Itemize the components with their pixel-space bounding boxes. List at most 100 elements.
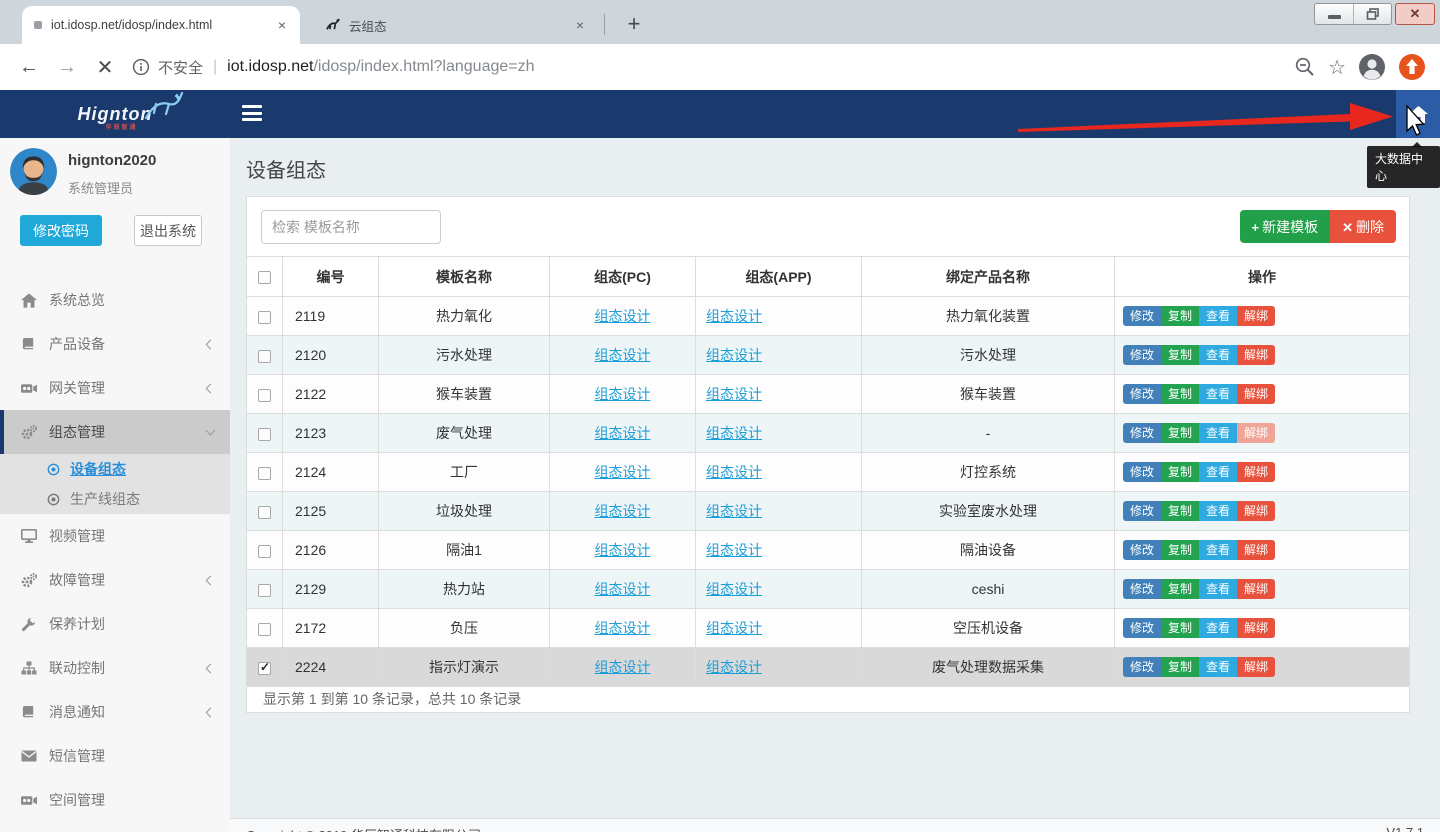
sidebar-item-1[interactable]: 产品设备 bbox=[0, 322, 230, 366]
sidebar-item-5[interactable]: 故障管理 bbox=[0, 558, 230, 602]
submenu-item-0[interactable]: 设备组态 bbox=[0, 454, 230, 484]
sidebar-item-6[interactable]: 保养计划 bbox=[0, 602, 230, 646]
unbind-button[interactable]: 解绑 bbox=[1237, 384, 1275, 404]
row-checkbox[interactable] bbox=[258, 623, 271, 636]
view-button[interactable]: 查看 bbox=[1199, 306, 1237, 326]
app-design-link[interactable]: 组态设计 bbox=[706, 503, 762, 519]
extension-icon[interactable] bbox=[1398, 53, 1426, 81]
pc-design-link[interactable]: 组态设计 bbox=[595, 308, 651, 324]
sidebar-item-4[interactable]: 视频管理 bbox=[0, 514, 230, 558]
close-tab-icon[interactable]: × bbox=[272, 15, 292, 35]
row-checkbox[interactable] bbox=[258, 350, 271, 363]
sidebar-toggle-button[interactable] bbox=[242, 105, 262, 121]
copy-button[interactable]: 复制 bbox=[1161, 345, 1199, 365]
bigdata-home-button[interactable] bbox=[1396, 90, 1440, 138]
change-password-button[interactable]: 修改密码 bbox=[20, 215, 102, 246]
row-checkbox[interactable] bbox=[258, 389, 271, 402]
unbind-button[interactable]: 解绑 bbox=[1237, 306, 1275, 326]
edit-button[interactable]: 修改 bbox=[1123, 501, 1161, 521]
stop-reload-button[interactable]: ✕ bbox=[86, 55, 124, 80]
select-all-checkbox[interactable] bbox=[258, 271, 271, 284]
browser-tab-inactive[interactable]: 云组态 × bbox=[310, 6, 598, 44]
sidebar-item-10[interactable]: 空间管理 bbox=[0, 778, 230, 822]
app-design-link[interactable]: 组态设计 bbox=[706, 347, 762, 363]
copy-button[interactable]: 复制 bbox=[1161, 384, 1199, 404]
view-button[interactable]: 查看 bbox=[1199, 423, 1237, 443]
edit-button[interactable]: 修改 bbox=[1123, 462, 1161, 482]
row-checkbox[interactable] bbox=[258, 467, 271, 480]
submenu-item-1[interactable]: 生产线组态 bbox=[0, 484, 230, 514]
unbind-button[interactable]: 解绑 bbox=[1237, 540, 1275, 560]
copy-button[interactable]: 复制 bbox=[1161, 306, 1199, 326]
copy-button[interactable]: 复制 bbox=[1161, 618, 1199, 638]
bookmark-star-icon[interactable]: ☆ bbox=[1328, 55, 1346, 80]
app-design-link[interactable]: 组态设计 bbox=[706, 386, 762, 402]
sidebar-item-3[interactable]: 组态管理 bbox=[0, 410, 230, 454]
view-button[interactable]: 查看 bbox=[1199, 540, 1237, 560]
edit-button[interactable]: 修改 bbox=[1123, 618, 1161, 638]
unbind-button[interactable]: 解绑 bbox=[1237, 462, 1275, 482]
restore-button[interactable] bbox=[1353, 4, 1391, 24]
row-checkbox[interactable] bbox=[258, 428, 271, 441]
edit-button[interactable]: 修改 bbox=[1123, 540, 1161, 560]
unbind-button[interactable]: 解绑 bbox=[1237, 501, 1275, 521]
pc-design-link[interactable]: 组态设计 bbox=[595, 347, 651, 363]
view-button[interactable]: 查看 bbox=[1199, 345, 1237, 365]
app-design-link[interactable]: 组态设计 bbox=[706, 581, 762, 597]
app-design-link[interactable]: 组态设计 bbox=[706, 425, 762, 441]
row-checkbox[interactable] bbox=[258, 584, 271, 597]
pc-design-link[interactable]: 组态设计 bbox=[595, 542, 651, 558]
edit-button[interactable]: 修改 bbox=[1123, 306, 1161, 326]
sidebar-item-7[interactable]: 联动控制 bbox=[0, 646, 230, 690]
zoom-out-icon[interactable] bbox=[1294, 56, 1316, 78]
view-button[interactable]: 查看 bbox=[1199, 618, 1237, 638]
edit-button[interactable]: 修改 bbox=[1123, 423, 1161, 443]
search-input[interactable] bbox=[261, 210, 441, 244]
pc-design-link[interactable]: 组态设计 bbox=[595, 503, 651, 519]
unbind-button[interactable]: 解绑 bbox=[1237, 618, 1275, 638]
address-bar[interactable]: 不安全 | iot.idosp.net /idosp/index.html?la… bbox=[132, 57, 1294, 78]
app-design-link[interactable]: 组态设计 bbox=[706, 620, 762, 636]
app-design-link[interactable]: 组态设计 bbox=[706, 308, 762, 324]
copy-button[interactable]: 复制 bbox=[1161, 423, 1199, 443]
new-tab-button[interactable]: + bbox=[618, 8, 650, 40]
copy-button[interactable]: 复制 bbox=[1161, 462, 1199, 482]
pc-design-link[interactable]: 组态设计 bbox=[595, 659, 651, 675]
sidebar-item-9[interactable]: 短信管理 bbox=[0, 734, 230, 778]
close-tab-icon[interactable]: × bbox=[570, 15, 590, 35]
edit-button[interactable]: 修改 bbox=[1123, 345, 1161, 365]
view-button[interactable]: 查看 bbox=[1199, 384, 1237, 404]
forward-button[interactable]: → bbox=[48, 56, 86, 79]
app-design-link[interactable]: 组态设计 bbox=[706, 464, 762, 480]
view-button[interactable]: 查看 bbox=[1199, 579, 1237, 599]
unbind-button[interactable]: 解绑 bbox=[1237, 423, 1275, 443]
edit-button[interactable]: 修改 bbox=[1123, 657, 1161, 677]
pc-design-link[interactable]: 组态设计 bbox=[595, 581, 651, 597]
view-button[interactable]: 查看 bbox=[1199, 501, 1237, 521]
pc-design-link[interactable]: 组态设计 bbox=[595, 425, 651, 441]
browser-tab-active[interactable]: iot.idosp.net/idosp/index.html × bbox=[22, 6, 300, 44]
edit-button[interactable]: 修改 bbox=[1123, 579, 1161, 599]
copy-button[interactable]: 复制 bbox=[1161, 579, 1199, 599]
delete-button[interactable]: ✕删除 bbox=[1330, 210, 1396, 243]
unbind-button[interactable]: 解绑 bbox=[1237, 345, 1275, 365]
logout-button[interactable]: 退出系统 bbox=[134, 215, 202, 246]
sidebar-item-8[interactable]: 消息通知 bbox=[0, 690, 230, 734]
pc-design-link[interactable]: 组态设计 bbox=[595, 620, 651, 636]
app-design-link[interactable]: 组态设计 bbox=[706, 542, 762, 558]
pc-design-link[interactable]: 组态设计 bbox=[595, 386, 651, 402]
edit-button[interactable]: 修改 bbox=[1123, 384, 1161, 404]
row-checkbox[interactable] bbox=[258, 545, 271, 558]
unbind-button[interactable]: 解绑 bbox=[1237, 657, 1275, 677]
sidebar-item-0[interactable]: 系统总览 bbox=[0, 278, 230, 322]
pc-design-link[interactable]: 组态设计 bbox=[595, 464, 651, 480]
copy-button[interactable]: 复制 bbox=[1161, 501, 1199, 521]
copy-button[interactable]: 复制 bbox=[1161, 657, 1199, 677]
app-design-link[interactable]: 组态设计 bbox=[706, 659, 762, 675]
browser-profile-icon[interactable] bbox=[1358, 53, 1386, 81]
unbind-button[interactable]: 解绑 bbox=[1237, 579, 1275, 599]
row-checkbox[interactable] bbox=[258, 311, 271, 324]
close-window-button[interactable]: ✕ bbox=[1395, 3, 1435, 25]
row-checkbox[interactable] bbox=[258, 662, 271, 675]
view-button[interactable]: 查看 bbox=[1199, 657, 1237, 677]
